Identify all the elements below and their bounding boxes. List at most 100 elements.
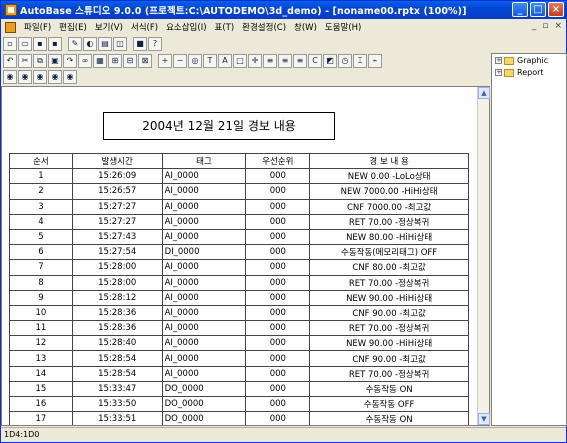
- expand-icon[interactable]: +: [495, 57, 502, 64]
- mdi-close-button[interactable]: ×: [554, 21, 562, 31]
- mdi-minimize-button[interactable]: _: [532, 21, 537, 31]
- cut-icon[interactable]: ✂: [18, 54, 32, 68]
- cell-seq: 13: [9, 350, 73, 367]
- menu-table[interactable]: 표(T): [211, 21, 239, 33]
- view-1-icon[interactable]: ◉: [3, 70, 17, 84]
- copy-icon[interactable]: ⧉: [33, 54, 47, 68]
- merge-cells-icon[interactable]: ⊠: [138, 54, 152, 68]
- print-preview-icon[interactable]: ■: [133, 37, 147, 51]
- tool-icon[interactable]: ✎: [68, 37, 82, 51]
- window-icon[interactable]: ▤: [98, 37, 112, 51]
- tree-item-report[interactable]: + Report: [492, 67, 566, 78]
- column-header-tag: 태그: [161, 152, 247, 170]
- zoom-out-icon[interactable]: −: [173, 54, 187, 68]
- alarm-table[interactable]: 순서 발생시간 태그 우선순위 경 보 내 용 1 15:26:09 AI_0000…: [9, 152, 469, 425]
- report-canvas[interactable]: 2004년 12월 21일 경보 내용 순서 발생시간 태그 우선순위 경 보 …: [1, 86, 490, 426]
- zoom-in-icon[interactable]: +: [158, 54, 172, 68]
- cell-seq: 15: [9, 380, 73, 398]
- save-icon[interactable]: ▪: [33, 37, 47, 51]
- table-row[interactable]: 2 15:26:57 AI_0000 000 NEW 7000.00 -HiHi상태: [9, 183, 469, 200]
- menu-edit[interactable]: 편집(E): [55, 21, 91, 33]
- cell-tag: AI_0000: [161, 198, 247, 215]
- menu-format[interactable]: 서식(F): [127, 21, 162, 33]
- view-3-icon[interactable]: ◉: [33, 70, 47, 84]
- document-icon[interactable]: [5, 21, 16, 33]
- redo-icon[interactable]: ↷: [63, 54, 77, 68]
- cell-priority: 000: [245, 244, 311, 261]
- save-all-icon[interactable]: ▪: [48, 37, 62, 51]
- view-4-icon[interactable]: ◉: [48, 70, 62, 84]
- cell-time: 15:27:27: [71, 213, 163, 230]
- scroll-down-icon[interactable]: ▼: [478, 413, 490, 425]
- maximize-button[interactable]: □: [530, 2, 546, 17]
- cell-content: NEW 80.00 -HiHi상태: [309, 228, 469, 246]
- paste-icon[interactable]: ▣: [48, 54, 62, 68]
- menu-file[interactable]: 파일(F): [20, 21, 55, 33]
- layout-icon[interactable]: ◫: [113, 37, 127, 51]
- color-icon[interactable]: C: [308, 54, 322, 68]
- report-title[interactable]: 2004년 12월 21일 경보 내용: [103, 112, 335, 140]
- cell-time: 15:26:09: [71, 168, 163, 185]
- zoom-fit-icon[interactable]: ◎: [188, 54, 202, 68]
- column-header-content: 경 보 내 용: [309, 152, 469, 170]
- clock-icon[interactable]: ◷: [338, 54, 352, 68]
- vertical-scrollbar[interactable]: ▲ ▼: [477, 87, 490, 425]
- text-icon[interactable]: T: [203, 54, 217, 68]
- menu-settings[interactable]: 환경설정(C): [238, 21, 290, 33]
- minimize-button[interactable]: _: [512, 2, 528, 17]
- table-row[interactable]: 17 15:33:51 DO_0000 000 수동작동 ON: [9, 411, 469, 425]
- cell-time: 15:28:54: [71, 350, 163, 367]
- table-row[interactable]: 11 15:28:36 AI_0000 000 RET 70.00 -정상복귀: [9, 320, 469, 337]
- table-icon[interactable]: ▦: [93, 54, 107, 68]
- textbox-icon[interactable]: A: [218, 54, 232, 68]
- menu-window[interactable]: 창(W): [290, 21, 321, 33]
- table-row[interactable]: 10 15:28:36 AI_0000 000 CNF 90.00 -최고값: [9, 304, 469, 322]
- help-icon[interactable]: ?: [148, 37, 162, 51]
- link-icon[interactable]: ∞: [78, 54, 92, 68]
- close-button[interactable]: ×: [548, 2, 564, 17]
- status-bar: 1D4:1D0: [1, 427, 566, 442]
- paint-icon[interactable]: ◐: [83, 37, 97, 51]
- expand-icon[interactable]: +: [495, 69, 502, 76]
- align-right-icon[interactable]: ≡: [293, 54, 307, 68]
- cell-time: 15:27:27: [71, 198, 163, 215]
- menu-help[interactable]: 도움말(H): [321, 21, 365, 33]
- table-row[interactable]: 5 15:27:43 AI_0000 000 NEW 80.00 -HiHi상태: [9, 228, 469, 246]
- title-bar[interactable]: AutoBase 스튜디오 9.0.0 (프로젝트:C:\AUTODEMO\3d…: [1, 1, 566, 19]
- table-row[interactable]: 9 15:28:12 AI_0000 000 NEW 90.00 -HiHi상태: [9, 289, 469, 306]
- scroll-up-icon[interactable]: ▲: [478, 87, 490, 99]
- insert-col-icon[interactable]: ⊟: [123, 54, 137, 68]
- expand-icon[interactable]: ✛: [248, 54, 262, 68]
- frame-icon[interactable]: □: [233, 54, 247, 68]
- align-center-icon[interactable]: ≡: [278, 54, 292, 68]
- trend-icon[interactable]: ⌁: [368, 54, 382, 68]
- table-row[interactable]: 16 15:33:50 DO_0000 000 수동작동 OFF: [9, 395, 469, 413]
- mdi-restore-button[interactable]: ▫: [542, 21, 548, 31]
- table-row[interactable]: 14 15:28:54 AI_0000 000 RET 70.00 -정상복귀: [9, 365, 469, 382]
- menu-view[interactable]: 보기(V): [91, 21, 127, 33]
- tag-icon[interactable]: ⌶: [353, 54, 367, 68]
- table-row[interactable]: 15 15:33:47 DO_0000 000 수동작동 ON: [9, 380, 469, 398]
- insert-row-icon[interactable]: ⊞: [108, 54, 122, 68]
- view-5-icon[interactable]: ◉: [63, 70, 77, 84]
- table-row[interactable]: 4 15:27:27 AI_0000 000 RET 70.00 -정상복귀: [9, 213, 469, 230]
- table-row[interactable]: 12 15:28:40 AI_0000 000 NEW 90.00 -HiHi상태: [9, 335, 469, 352]
- cell-time: 15:26:57: [71, 183, 163, 200]
- table-row[interactable]: 8 15:28:00 AI_0000 000 RET 70.00 -정상복귀: [9, 274, 469, 291]
- table-row[interactable]: 1 15:26:09 AI_0000 000 NEW 0.00 -LoLo상태: [9, 168, 469, 185]
- cell-content: 수동작동(메모리태그) OFF: [309, 244, 469, 261]
- column-header-priority: 우선순위: [245, 152, 311, 170]
- menu-insert[interactable]: 요소삽입(I): [162, 21, 210, 33]
- align-left-icon[interactable]: ≡: [263, 54, 277, 68]
- undo-icon[interactable]: ↶: [3, 54, 17, 68]
- table-row[interactable]: 6 15:27:54 DI_0000 000 수동작동(메모리태그) OFF: [9, 244, 469, 261]
- view-2-icon[interactable]: ◉: [18, 70, 32, 84]
- open-folder-icon[interactable]: ▭: [18, 37, 32, 51]
- table-row[interactable]: 7 15:28:00 AI_0000 000 CNF 80.00 -최고값: [9, 259, 469, 276]
- image-icon[interactable]: ◩: [323, 54, 337, 68]
- new-document-icon[interactable]: ▫: [3, 37, 17, 51]
- table-row[interactable]: 13 15:28:54 AI_0000 000 CNF 90.00 -최고값: [9, 350, 469, 367]
- tree-item-graphic[interactable]: + Graphic: [492, 55, 566, 66]
- cell-content: CNF 7000.00 -최고값: [309, 198, 469, 215]
- table-row[interactable]: 3 15:27:27 AI_0000 000 CNF 7000.00 -최고값: [9, 198, 469, 215]
